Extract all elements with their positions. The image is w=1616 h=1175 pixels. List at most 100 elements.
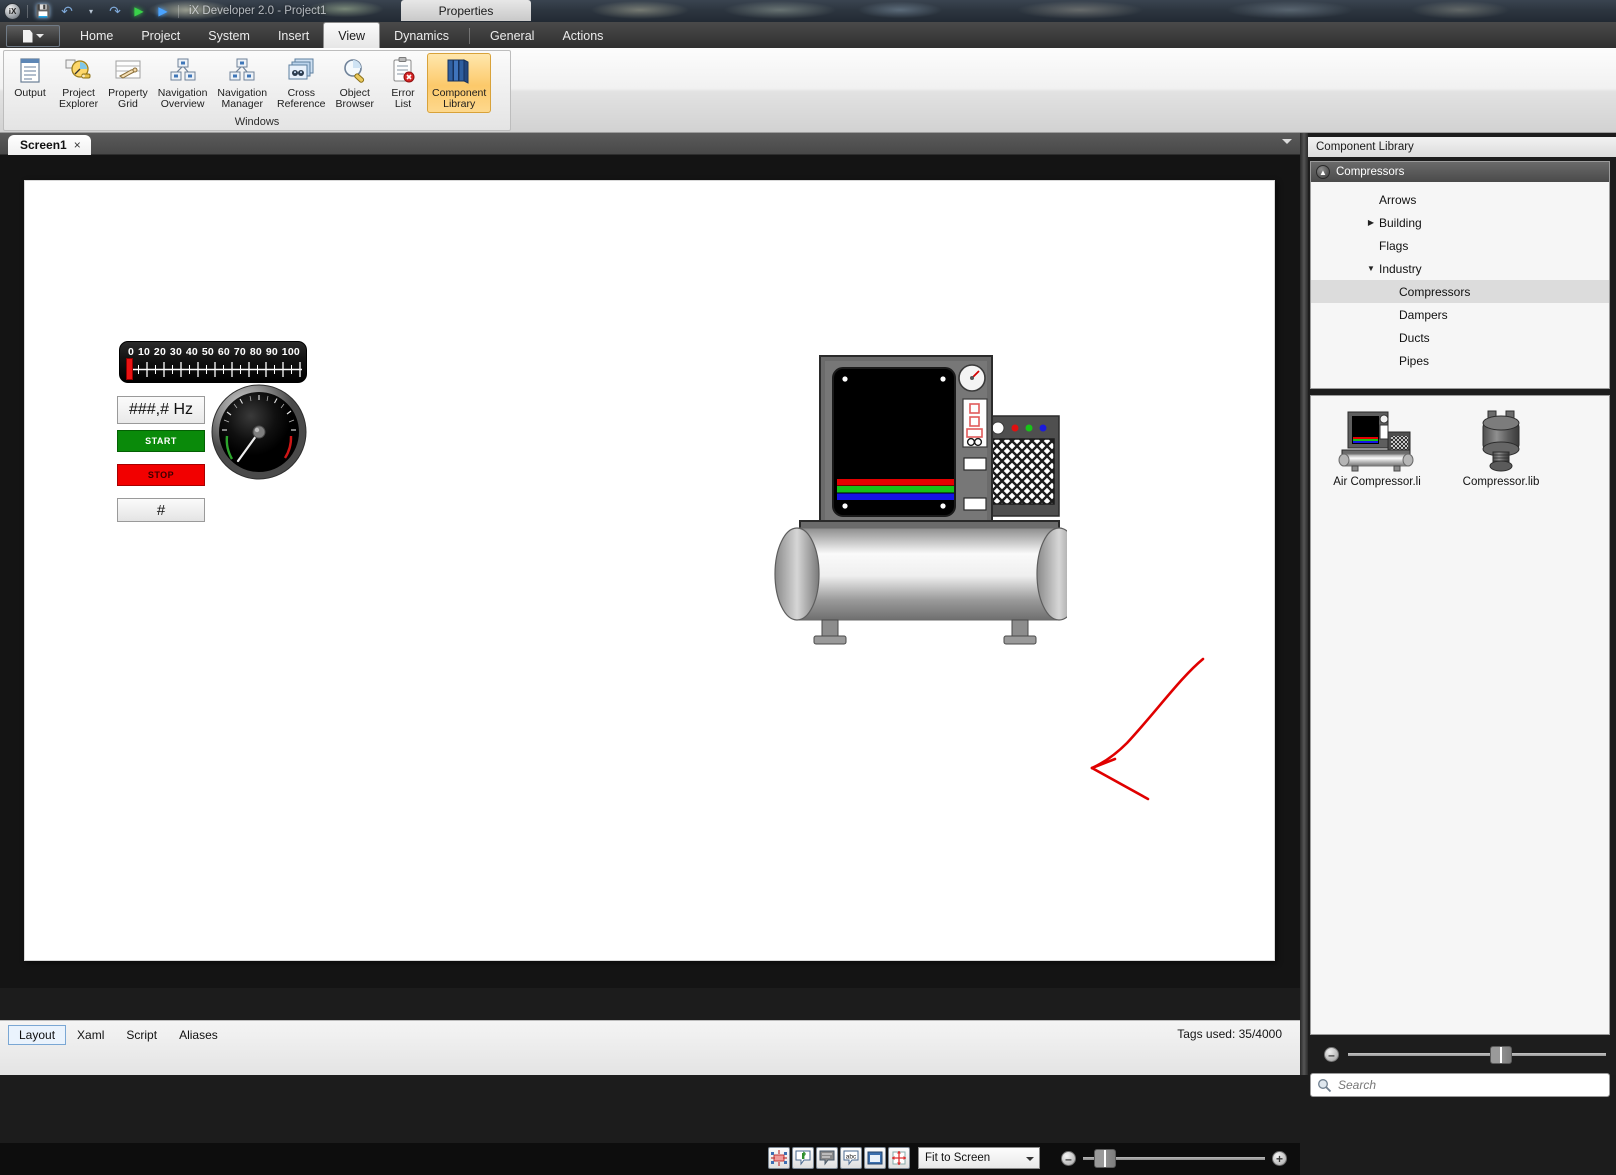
editor-mode-tabs: Layout Xaml Script Aliases — [8, 1025, 229, 1045]
tree-item-label: Ducts — [1399, 330, 1430, 345]
tab-general[interactable]: General — [476, 23, 548, 48]
meter-tick-label: 30 — [169, 345, 182, 358]
property-grid-icon — [112, 56, 144, 86]
component-library-title: Component Library — [1308, 137, 1616, 157]
navigation-manager-button[interactable]: Navigation Manager — [212, 53, 272, 113]
component-tree: Arrows ▶ Building Flags ▼ Industry Compr… — [1311, 182, 1609, 372]
zoom-in-button[interactable]: + — [1272, 1151, 1287, 1166]
show-tags-icon[interactable] — [792, 1147, 814, 1169]
show-comments-icon[interactable] — [816, 1147, 838, 1169]
component-thumbnail-grid: Air Compressor.li Compressor.lib — [1311, 396, 1609, 488]
file-menu-button[interactable] — [6, 25, 60, 47]
zoom-level-select[interactable]: Fit to Screen — [918, 1147, 1040, 1169]
component-thumbnail-panel: Air Compressor.li Compressor.lib — [1310, 395, 1610, 1035]
numeric-input-field[interactable]: # — [117, 498, 205, 522]
ribbon-group-windows: Output Project Explorer Property Grid Na… — [3, 50, 511, 131]
meter-tick-label: 100 — [281, 345, 300, 358]
object-browser-label: Object Browser — [335, 87, 375, 110]
meter-value-bar — [126, 358, 133, 380]
show-hidden-objects-icon[interactable] — [768, 1147, 790, 1169]
meter-tick-label: 40 — [185, 345, 198, 358]
thumbnail-air-compressor[interactable]: Air Compressor.li — [1327, 410, 1427, 488]
stop-button[interactable]: STOP — [117, 464, 205, 486]
zoom-out-button[interactable]: – — [1061, 1151, 1076, 1166]
start-button[interactable]: START — [117, 430, 205, 452]
meter-tick-label: 50 — [201, 345, 214, 358]
svg-text:abc: abc — [846, 1154, 857, 1161]
chevron-down-icon[interactable] — [1282, 139, 1292, 144]
tree-item-arrows[interactable]: Arrows — [1311, 188, 1609, 211]
run-icon[interactable]: ▶ — [130, 3, 148, 19]
tree-item-label: Dampers — [1399, 307, 1448, 322]
tree-item-dampers[interactable]: Dampers — [1311, 303, 1609, 326]
redo-icon[interactable]: ↷ — [106, 3, 124, 19]
thumbnail-size-slider: – — [1310, 1041, 1610, 1067]
download-icon[interactable]: ▶ — [154, 3, 172, 19]
tab-actions[interactable]: Actions — [548, 23, 617, 48]
tab-screen1[interactable]: Screen1 × — [8, 135, 91, 155]
zoom-slider-thumb[interactable] — [1094, 1149, 1116, 1168]
error-list-button[interactable]: Error List — [379, 53, 427, 113]
property-grid-button[interactable]: Property Grid — [103, 53, 153, 113]
chevron-up-icon[interactable]: ▲ — [1316, 165, 1330, 179]
object-browser-button[interactable]: Object Browser — [331, 53, 380, 113]
cross-reference-button[interactable]: Cross Reference — [272, 53, 330, 113]
thumbnail-compressor[interactable]: Compressor.lib — [1451, 410, 1551, 488]
close-icon[interactable]: × — [74, 138, 81, 152]
tree-item-ducts[interactable]: Ducts — [1311, 326, 1609, 349]
show-screen-icon[interactable] — [864, 1147, 886, 1169]
thumbnail-label: Air Compressor.li — [1333, 476, 1421, 488]
chevron-down-icon[interactable]: ▼ — [1363, 264, 1379, 273]
app-orb-icon[interactable]: iX — [4, 2, 21, 20]
round-gauge[interactable] — [211, 384, 307, 480]
thumbnail-size-thumb[interactable] — [1490, 1046, 1512, 1064]
tree-item-building[interactable]: ▶ Building — [1311, 211, 1609, 234]
navigation-overview-button[interactable]: Navigation Overview — [153, 53, 213, 113]
tab-properties[interactable]: Properties — [401, 0, 531, 21]
component-library-button[interactable]: Component Library — [427, 53, 492, 113]
tab-project[interactable]: Project — [127, 23, 194, 48]
tab-script[interactable]: Script — [115, 1025, 168, 1045]
tab-aliases[interactable]: Aliases — [168, 1025, 229, 1045]
undo-dropdown-icon[interactable]: ▾ — [82, 3, 100, 19]
tree-item-label: Industry — [1379, 261, 1422, 276]
tab-insert[interactable]: Insert — [264, 23, 323, 48]
air-compressor-graphic[interactable] — [767, 336, 1082, 651]
show-alignment-icon[interactable] — [888, 1147, 910, 1169]
tree-item-flags[interactable]: Flags — [1311, 234, 1609, 257]
tab-divider — [468, 28, 470, 44]
project-explorer-button[interactable]: Project Explorer — [54, 53, 103, 113]
tree-item-pipes[interactable]: Pipes — [1311, 349, 1609, 372]
tab-system[interactable]: System — [194, 23, 264, 48]
design-bottom-toolbar: abc Fit to Screen – + — [0, 1143, 1300, 1175]
tree-item-industry[interactable]: ▼ Industry — [1311, 257, 1609, 280]
meter-tick-label: 90 — [265, 345, 278, 358]
thumbnail-size-track[interactable] — [1348, 1053, 1606, 1056]
chevron-right-icon[interactable]: ▶ — [1363, 218, 1379, 227]
thumbnail-size-decrease-button[interactable]: – — [1324, 1047, 1339, 1062]
dock-splitter[interactable] — [1300, 133, 1308, 1075]
linear-meter[interactable]: 0 10 20 30 40 50 60 70 80 90 100 — [119, 341, 307, 383]
component-tree-header[interactable]: ▲ Compressors — [1311, 162, 1609, 182]
tab-home[interactable]: Home — [66, 23, 127, 48]
search-input[interactable]: Search — [1310, 1073, 1610, 1097]
cross-reference-icon — [285, 56, 317, 86]
design-area: 0 10 20 30 40 50 60 70 80 90 100 ###,# H… — [0, 155, 1300, 1175]
output-button[interactable]: Output — [6, 53, 54, 113]
screen-canvas[interactable]: 0 10 20 30 40 50 60 70 80 90 100 ###,# H… — [24, 180, 1275, 961]
ribbon-group-title: Windows — [234, 116, 280, 128]
tab-view[interactable]: View — [323, 22, 381, 48]
tab-screen1-label: Screen1 — [20, 138, 67, 152]
tab-xaml[interactable]: Xaml — [66, 1025, 115, 1045]
tab-layout[interactable]: Layout — [8, 1025, 67, 1045]
tree-item-compressors[interactable]: Compressors — [1311, 280, 1609, 303]
undo-icon[interactable]: ↶ — [58, 3, 76, 19]
tree-item-label: Building — [1379, 215, 1422, 230]
file-page-icon — [22, 29, 33, 43]
show-texts-icon[interactable]: abc — [840, 1147, 862, 1169]
tab-dynamics[interactable]: Dynamics — [380, 23, 463, 48]
meter-tick-label: 60 — [217, 345, 230, 358]
frequency-display-field[interactable]: ###,# Hz — [117, 396, 205, 424]
save-icon[interactable]: 💾 — [34, 3, 52, 19]
zoom-level-value: Fit to Screen — [925, 1152, 991, 1164]
